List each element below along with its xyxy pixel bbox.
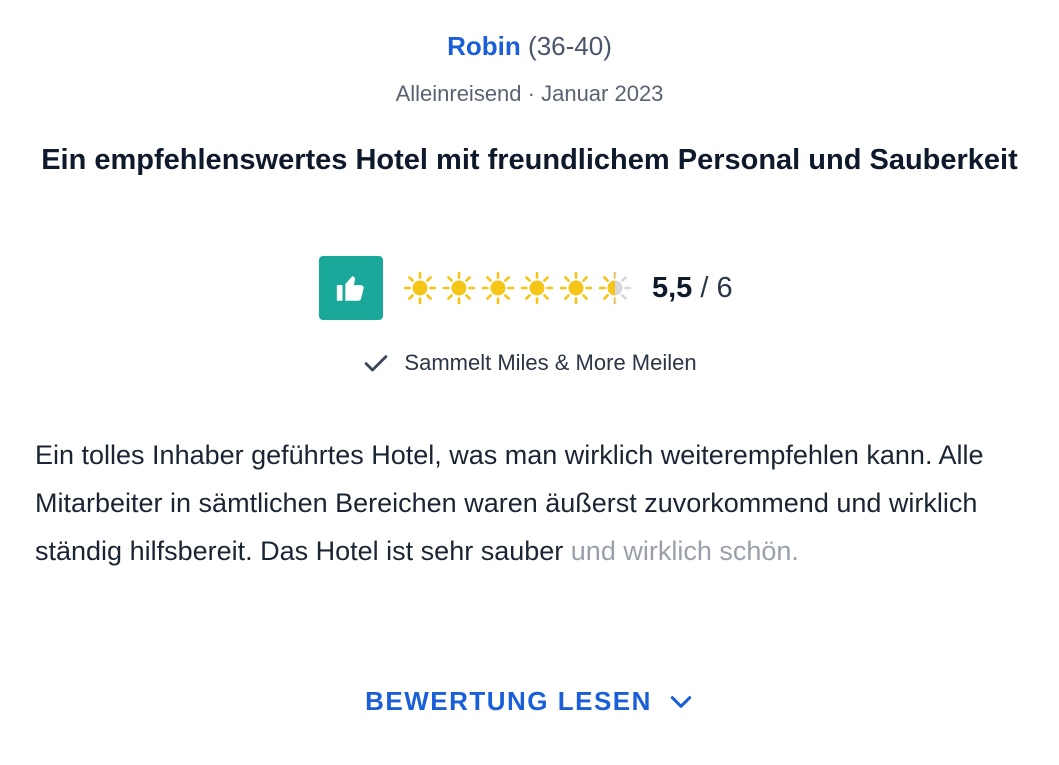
reviewer-line: Robin (36-40) bbox=[0, 28, 1059, 64]
travel-type: Alleinreisend bbox=[395, 81, 522, 106]
sun-icon bbox=[442, 271, 476, 305]
read-review-label: BEWERTUNG LESEN bbox=[365, 686, 652, 716]
review-date: Januar 2023 bbox=[541, 81, 664, 106]
sun-icon bbox=[559, 271, 593, 305]
rating-separator: / bbox=[692, 272, 717, 304]
sun-icon bbox=[481, 271, 515, 305]
sun-rating bbox=[403, 271, 637, 305]
miles-note: Sammelt Miles & More Meilen bbox=[0, 347, 1059, 379]
recommendation-badge bbox=[319, 256, 383, 320]
thumbs-up-icon bbox=[336, 276, 364, 301]
chevron-down-icon bbox=[670, 695, 692, 708]
review-text-faded: und wirklich schön. bbox=[570, 536, 799, 566]
review-text-main: Ein tolles Inhaber geführtes Hotel, was … bbox=[35, 440, 984, 566]
rating-max: 6 bbox=[716, 272, 733, 304]
rating-score: 5,5 / 6 bbox=[652, 270, 733, 306]
miles-note-text: Sammelt Miles & More Meilen bbox=[404, 350, 697, 375]
review-title: Ein empfehlenswertes Hotel mit freundlic… bbox=[41, 144, 1018, 176]
review-card: Robin (36-40) Alleinreisend · Januar 202… bbox=[0, 0, 1059, 765]
rating-row: 5,5 / 6 bbox=[319, 256, 733, 320]
read-review-button[interactable]: BEWERTUNG LESEN bbox=[0, 686, 1059, 717]
review-meta: Alleinreisend · Januar 2023 bbox=[0, 78, 1059, 110]
review-text: Ein tolles Inhaber geführtes Hotel, was … bbox=[35, 431, 1045, 575]
reviewer-name[interactable]: Robin bbox=[447, 31, 521, 61]
checkmark-icon bbox=[365, 355, 388, 372]
sun-icon bbox=[403, 271, 437, 305]
half-sun-icon bbox=[598, 271, 632, 305]
reviewer-age-range: (36-40) bbox=[528, 31, 612, 61]
meta-separator: · bbox=[521, 81, 542, 106]
sun-icon bbox=[520, 271, 554, 305]
rating-value: 5,5 bbox=[652, 272, 693, 304]
